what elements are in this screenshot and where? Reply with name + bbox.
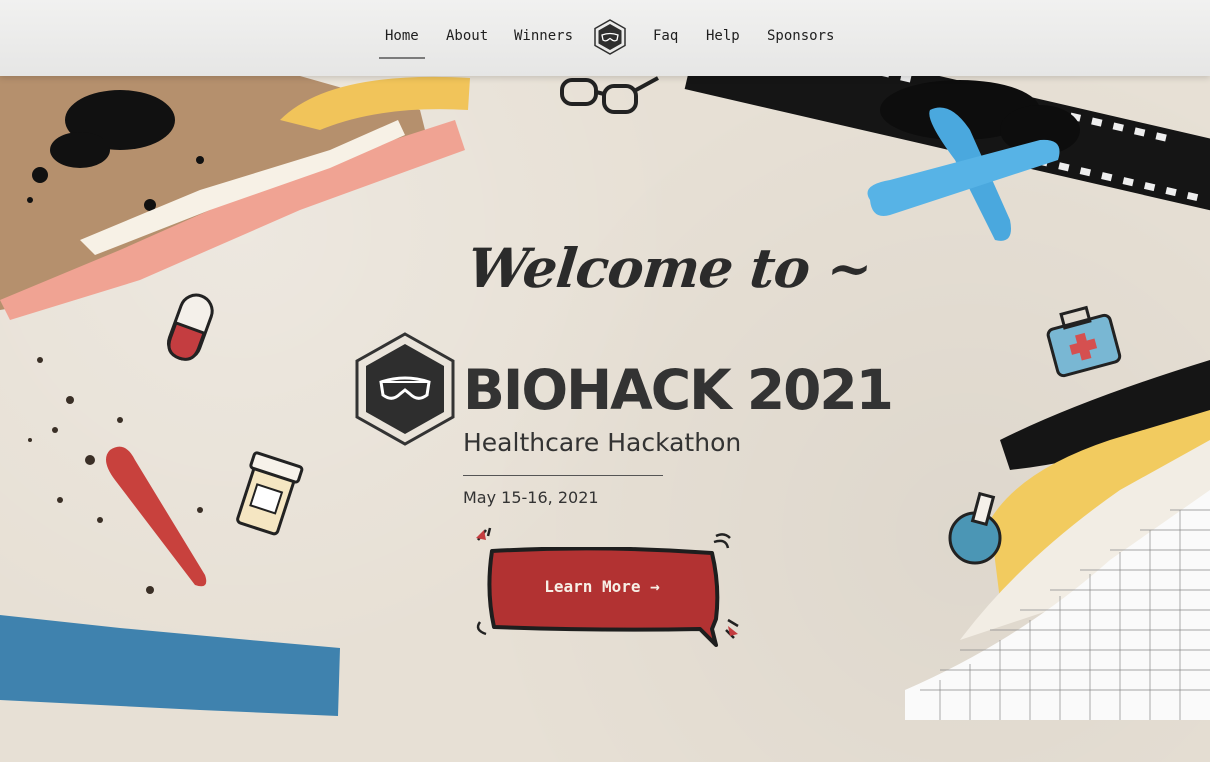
nav-help[interactable]: Help bbox=[706, 28, 740, 44]
nav-faq[interactable]: Faq bbox=[653, 28, 678, 44]
hero-subtitle: Healthcare Hackathon bbox=[463, 428, 742, 457]
nav-home[interactable]: Home bbox=[379, 28, 425, 59]
learn-more-button[interactable]: Learn More → bbox=[484, 547, 720, 647]
welcome-heading: Welcome to ~ bbox=[464, 236, 875, 300]
nav-sponsors[interactable]: Sponsors bbox=[767, 28, 834, 44]
nav-winners[interactable]: Winners bbox=[514, 28, 573, 44]
event-date: May 15-16, 2021 bbox=[463, 488, 599, 507]
goggles-hexagon-icon bbox=[355, 332, 455, 446]
goggles-hexagon-icon[interactable] bbox=[592, 19, 628, 55]
speech-bubble-shape bbox=[487, 547, 720, 647]
divider bbox=[463, 475, 663, 476]
top-navigation: Home About Winners Faq Help Sponsors bbox=[0, 0, 1210, 76]
brand-title: BIOHACK 2021 bbox=[463, 358, 894, 422]
learn-more-label: Learn More → bbox=[544, 577, 660, 596]
nav-about[interactable]: About bbox=[446, 28, 488, 44]
